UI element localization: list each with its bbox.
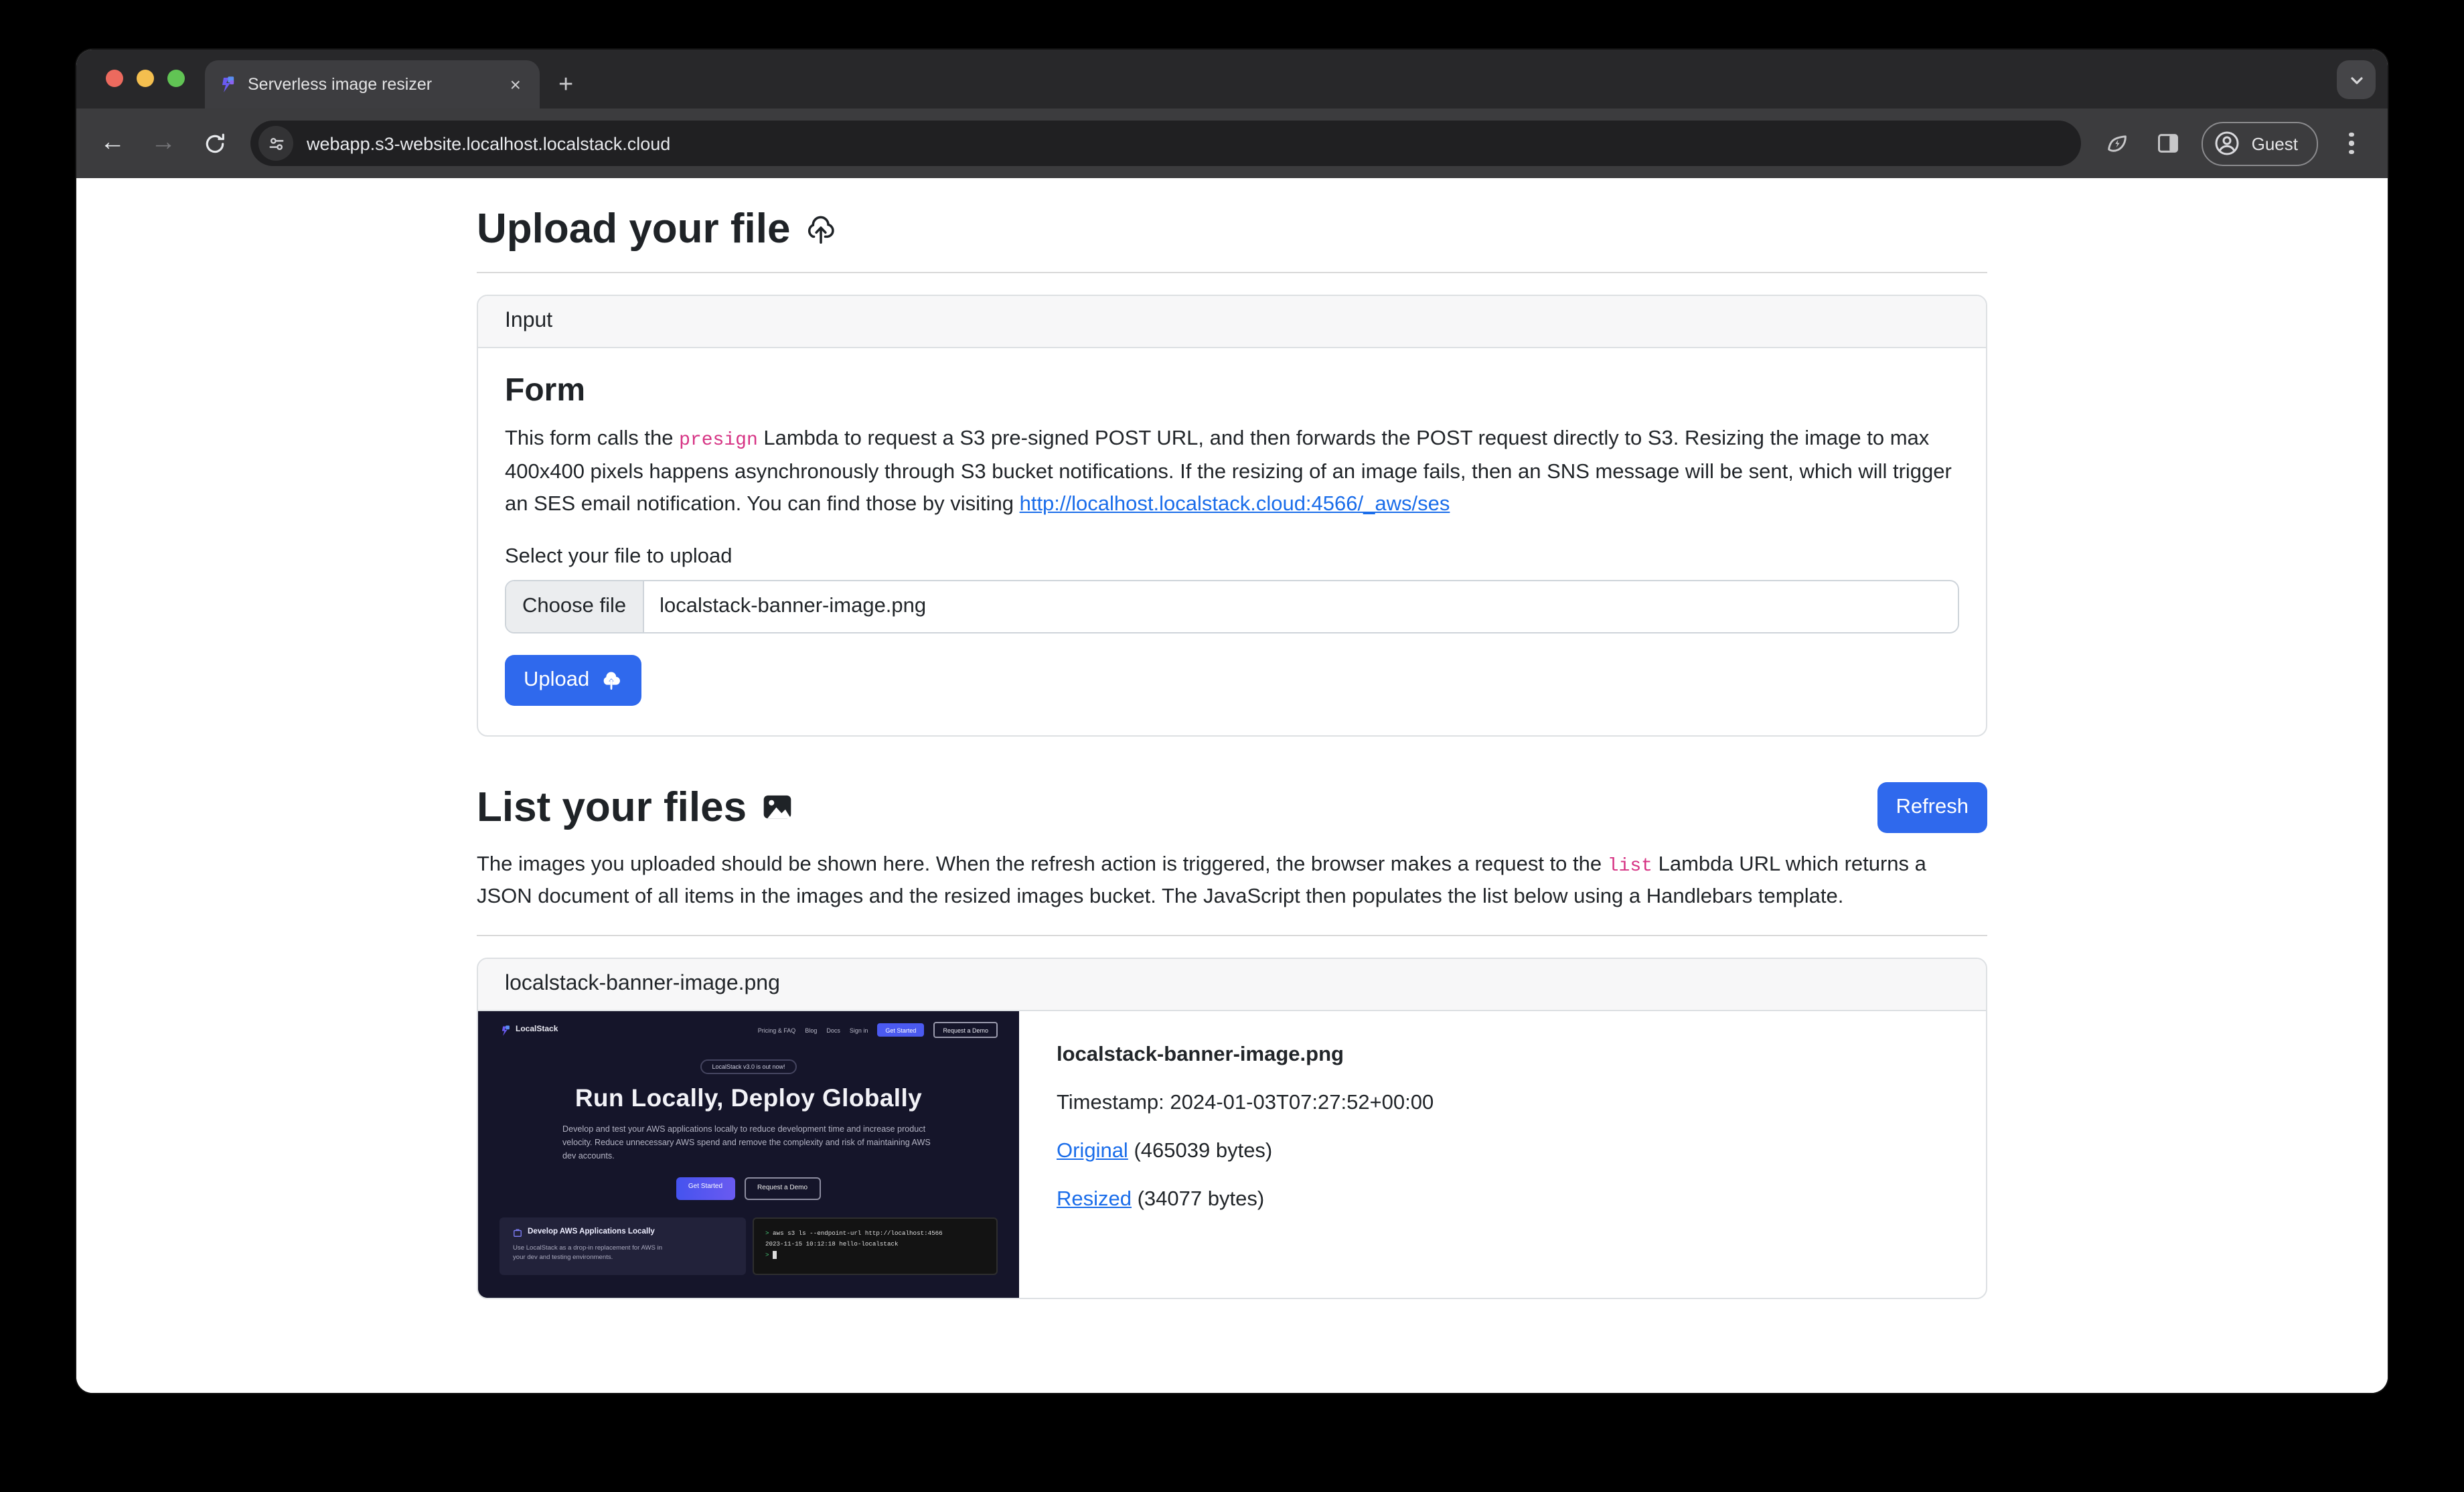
image-icon	[760, 790, 793, 824]
banner-subtext: Develop and test your AWS applications l…	[562, 1124, 935, 1164]
profile-label: Guest	[2252, 133, 2298, 153]
close-window-button[interactable]	[106, 70, 123, 87]
banner-feature-card: Develop AWS Applications Locally Use Loc…	[499, 1217, 745, 1275]
resized-file-link[interactable]: Resized	[1057, 1189, 1132, 1211]
browser-toolbar: ← → webapp.s3-website.localhost.localsta…	[76, 108, 2388, 178]
choose-file-button[interactable]: Choose file	[506, 581, 643, 631]
side-panel-icon[interactable]	[2146, 121, 2191, 166]
file-input-label: Select your file to upload	[505, 544, 1959, 569]
new-tab-button[interactable]: +	[540, 71, 589, 108]
file-input[interactable]: Choose file localstack-banner-image.png	[505, 579, 1959, 633]
input-card: Input Form This form calls the presign L…	[477, 295, 1987, 736]
original-file-link[interactable]: Original	[1057, 1140, 1128, 1163]
url-text: webapp.s3-website.localhost.localstack.c…	[307, 133, 670, 153]
banner-logo-icon	[499, 1025, 512, 1037]
form-title: Form	[505, 372, 1959, 410]
desc-text: The images you uploaded should be shown …	[477, 852, 1608, 875]
tab-search-chevron-icon[interactable]	[2337, 60, 2376, 99]
performance-leaf-icon[interactable]	[2095, 121, 2141, 166]
ses-link[interactable]: http://localhost.localstack.cloud:4566/_…	[1020, 492, 1450, 515]
selected-file-name: localstack-banner-image.png	[643, 581, 942, 631]
localstack-banner: LocalStack Pricing & FAQ Blog Docs Sign …	[478, 1012, 1019, 1298]
refresh-button[interactable]: Refresh	[1877, 781, 1987, 832]
file-thumbnail-image: LocalStack Pricing & FAQ Blog Docs Sign …	[478, 1012, 1019, 1298]
tab-close-icon[interactable]: ×	[505, 72, 526, 96]
window-controls	[106, 70, 185, 87]
banner-brand: LocalStack	[499, 1025, 558, 1037]
screen: Serverless image resizer × + ← →	[0, 0, 2464, 1492]
address-bar[interactable]: webapp.s3-website.localhost.localstack.c…	[250, 121, 2082, 166]
banner-headline: Run Locally, Deploy Globally	[478, 1084, 1019, 1114]
banner-badge: LocalStack v3.0 is out now!	[700, 1060, 797, 1075]
upload-button[interactable]: Upload	[505, 654, 641, 705]
list-section-heading: List your files	[477, 783, 793, 831]
cloud-upload-icon	[804, 212, 839, 246]
browser-menu-icon[interactable]	[2329, 121, 2374, 166]
person-circle-icon	[2214, 130, 2241, 157]
banner-feature-icon	[513, 1227, 522, 1237]
cloud-upload-fill-icon	[600, 668, 623, 691]
file-timestamp: Timestamp: 2024-01-03T07:27:52+00:00	[1057, 1092, 1434, 1116]
list-code: list	[1608, 855, 1652, 877]
input-card-header: Input	[478, 296, 1986, 348]
browser-window: Serverless image resizer × + ← →	[76, 50, 2388, 1393]
banner-nav: Pricing & FAQ Blog Docs Sign in Get Star…	[758, 1023, 998, 1039]
form-description: This form calls the presign Lambda to re…	[505, 423, 1959, 520]
back-icon[interactable]: ←	[90, 121, 135, 166]
divider	[477, 936, 1987, 937]
upload-heading-text: Upload your file	[477, 205, 791, 253]
desc-text: This form calls the	[505, 427, 679, 450]
minimize-window-button[interactable]	[137, 70, 154, 87]
reload-icon[interactable]	[191, 121, 237, 166]
tab-title: Serverless image resizer	[248, 75, 494, 94]
banner-terminal: > aws s3 ls --endpoint-url http://localh…	[752, 1217, 998, 1275]
banner-get-started: Get Started	[676, 1177, 735, 1199]
web-page: Upload your file Input Form This form ca…	[76, 178, 2388, 1393]
file-card-header: localstack-banner-image.png	[478, 960, 1986, 1012]
list-description: The images you uploaded should be shown …	[477, 848, 1987, 913]
site-info-icon[interactable]	[258, 126, 293, 161]
profile-button[interactable]: Guest	[2202, 121, 2318, 165]
tab-favicon-icon	[218, 75, 237, 94]
divider	[477, 272, 1987, 273]
original-size: (465039 bytes)	[1128, 1140, 1272, 1163]
resized-size: (34077 bytes)	[1132, 1189, 1264, 1211]
forward-icon[interactable]: →	[141, 121, 186, 166]
list-heading-text: List your files	[477, 783, 747, 831]
presign-code: presign	[679, 430, 758, 451]
tab-strip: Serverless image resizer × +	[76, 50, 2388, 108]
tab-serverless-image-resizer[interactable]: Serverless image resizer ×	[205, 60, 540, 108]
file-name: localstack-banner-image.png	[1057, 1044, 1434, 1068]
fullscreen-window-button[interactable]	[167, 70, 185, 87]
banner-request-demo: Request a Demo	[744, 1177, 821, 1199]
file-card: localstack-banner-image.png LocalStack	[477, 958, 1987, 1300]
upload-section-heading: Upload your file	[477, 205, 1987, 253]
upload-button-label: Upload	[524, 668, 589, 692]
